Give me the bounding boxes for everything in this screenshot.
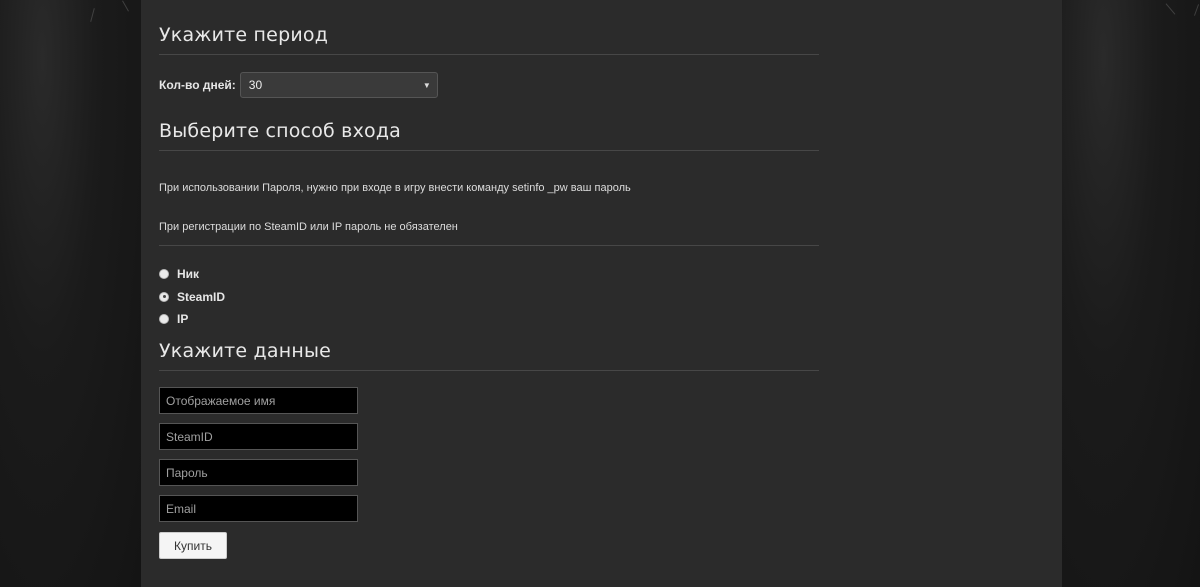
days-row: Кол-во дней: 30 ▼ (159, 72, 438, 98)
steamid-note: При регистрации по SteamID или IP пароль… (159, 221, 458, 233)
radio-button-checked-icon[interactable] (159, 291, 169, 302)
buy-button[interactable]: Купить (159, 532, 227, 559)
password-note: При использовании Пароля, нужно при вход… (159, 182, 631, 194)
background-texture (122, 0, 129, 12)
radio-button-icon[interactable] (159, 269, 169, 280)
days-select[interactable]: 30 ▼ (239, 72, 438, 98)
main-panel: Укажите период Кол-во дней: 30 ▼ Выберит… (141, 0, 1062, 587)
background-texture (1193, 4, 1200, 16)
background-left (0, 0, 141, 587)
days-label: Кол-во дней: (159, 78, 236, 92)
period-heading: Укажите период (159, 24, 819, 55)
radio-label: SteamID (177, 289, 226, 304)
background-texture (1165, 3, 1176, 15)
divider (159, 245, 819, 246)
email-input[interactable] (159, 495, 358, 522)
days-select-value: 30 (248, 78, 263, 92)
display-name-input[interactable] (159, 387, 358, 414)
radio-nick[interactable]: Ник (159, 263, 225, 286)
chevron-down-icon: ▼ (422, 80, 431, 90)
details-heading: Укажите данные (159, 340, 819, 371)
radio-steamid[interactable]: SteamID (159, 286, 225, 309)
login-method-heading: Выберите способ входа (159, 120, 819, 151)
password-input[interactable] (159, 459, 358, 486)
steamid-input[interactable] (159, 423, 358, 450)
details-fields (159, 387, 358, 531)
background-right (1062, 0, 1200, 587)
radio-ip[interactable]: IP (159, 308, 225, 331)
radio-label: IP (177, 312, 189, 327)
login-method-options: Ник SteamID IP (159, 263, 225, 331)
background-texture (90, 8, 95, 22)
radio-button-icon[interactable] (159, 314, 169, 325)
radio-label: Ник (177, 267, 200, 282)
